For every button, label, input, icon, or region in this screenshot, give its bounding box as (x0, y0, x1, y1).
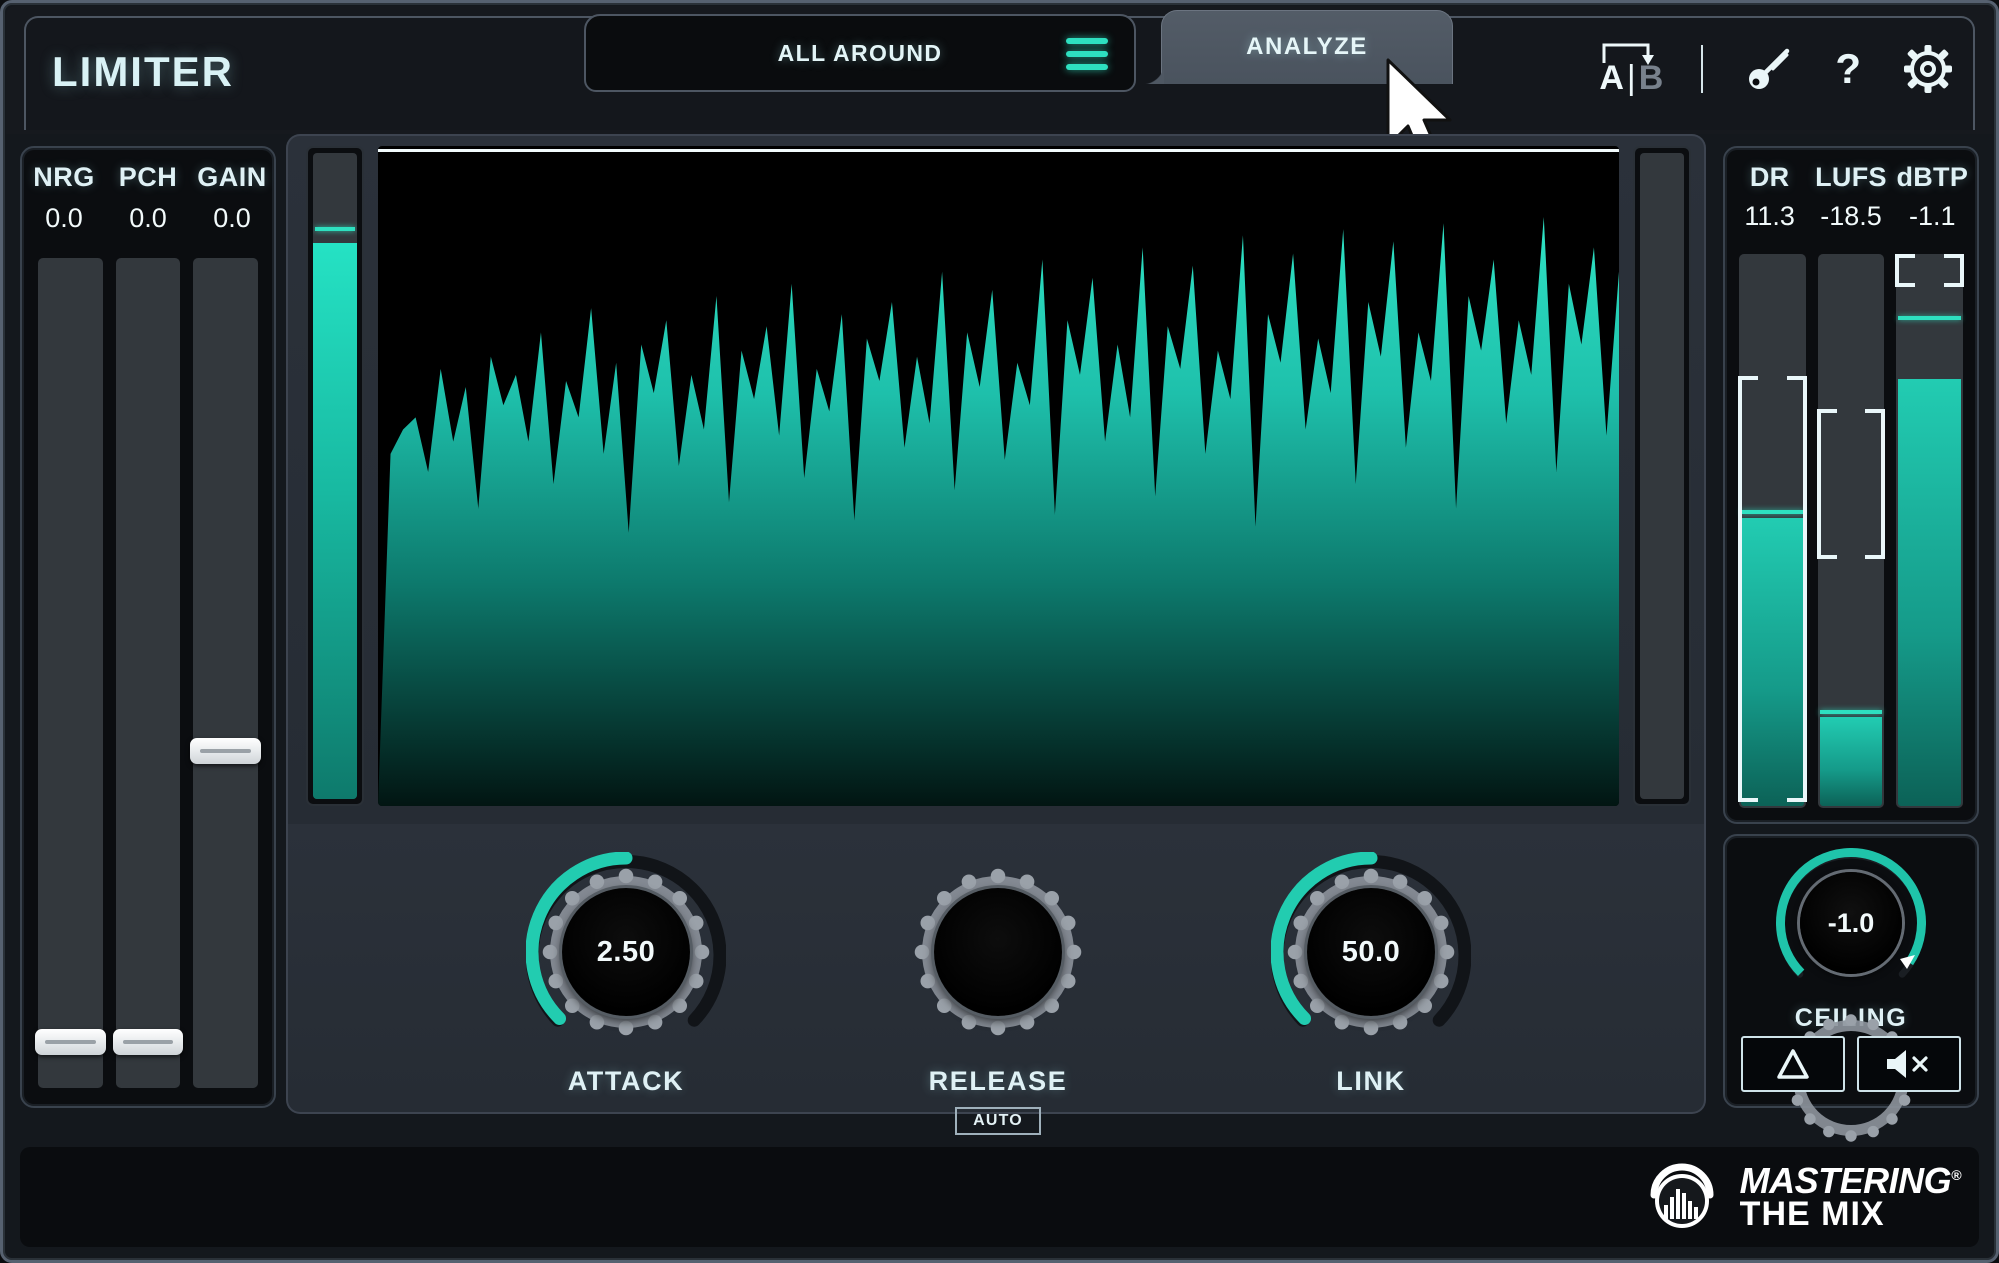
gain-value: 0.0 (213, 203, 251, 233)
ceiling-buttons (1741, 1036, 1961, 1092)
gain-label: GAIN (197, 162, 267, 192)
lufs-meter-fill (1819, 717, 1883, 806)
analysis-headers: DR 11.3 LUFS -18.5 dBTP -1.1 (1729, 162, 1973, 232)
dbtp-meter[interactable] (1895, 254, 1965, 808)
pch-slider[interactable] (112, 258, 184, 1088)
dr-value: 11.3 (1744, 201, 1795, 231)
help-glyph: ? (1835, 45, 1861, 92)
attack-knob-face: 2.50 (562, 888, 690, 1016)
header-icon-group: A | B ? (1599, 40, 1955, 98)
pch-column-header: PCH 0.0 (106, 162, 190, 234)
brand-registered: ® (1951, 1166, 1961, 1183)
release-knob-face (934, 888, 1062, 1016)
dbtp-column-header: dBTP -1.1 (1892, 162, 1973, 232)
link-knob[interactable]: 50.0 (1271, 852, 1471, 1052)
tab-analyze-label: ANALYZE (1246, 33, 1368, 60)
triangle-icon (1777, 1049, 1809, 1079)
dbtp-value: -1.1 (1909, 201, 1956, 231)
settings-gear-icon[interactable] (1901, 42, 1955, 96)
brand-logo: MASTERING® THE MIX (1640, 1155, 1961, 1239)
waveform-chart (378, 217, 1619, 806)
input-shaping-sliders (35, 258, 262, 1088)
lufs-peak-indicator (1819, 709, 1883, 714)
gain-slider[interactable] (190, 258, 262, 1088)
input-peak-indicator (315, 226, 355, 231)
input-level-track (313, 153, 357, 799)
preset-selector[interactable]: ALL AROUND (584, 14, 1136, 92)
key-icon[interactable] (1743, 43, 1795, 95)
header-bar: LIMITER ALL AROUND ANALYZE A | B ? (6, 6, 1993, 134)
tab-analyze[interactable]: ANALYZE (1142, 10, 1453, 84)
lufs-label: LUFS (1815, 162, 1887, 192)
ceiling-pointer-icon (1900, 955, 1915, 969)
speaker-mute-icon (1887, 1050, 1928, 1078)
release-auto-toggle[interactable]: AUTO (955, 1107, 1041, 1135)
pch-label: PCH (118, 162, 178, 192)
nrg-label: NRG (33, 162, 95, 192)
help-icon[interactable]: ? (1835, 48, 1861, 90)
lufs-target-bracket (1816, 409, 1886, 559)
release-control: RELEASE AUTO (878, 852, 1118, 1135)
page-title: LIMITER (52, 48, 234, 95)
dbtp-target-bracket (1895, 254, 1965, 288)
gain-column-header: GAIN 0.0 (190, 162, 274, 234)
plugin-window: LIMITER ALL AROUND ANALYZE A | B ? NRG 0… (0, 0, 1999, 1263)
dbtp-peak-indicator (1898, 316, 1962, 321)
pch-slider-handle[interactable] (112, 1028, 184, 1055)
attack-knob[interactable]: 2.50 (526, 852, 726, 1052)
header-divider (1701, 45, 1704, 93)
dr-peak-indicator (1741, 510, 1804, 515)
release-knob[interactable] (898, 852, 1098, 1052)
attack-value: 2.50 (596, 935, 656, 968)
dr-column-header: DR 11.3 (1729, 162, 1810, 232)
brand-line-2: THE MIX (1739, 1194, 1885, 1233)
mute-button[interactable] (1857, 1036, 1961, 1092)
ceiling-knob[interactable]: -1.0 (1776, 848, 1926, 1142)
lufs-meter[interactable] (1816, 254, 1886, 808)
release-label: RELEASE (928, 1066, 1068, 1096)
input-shaping-panel: NRG 0.0 PCH 0.0 GAIN 0.0 (20, 146, 276, 1108)
output-level-meter[interactable] (1633, 146, 1691, 806)
input-shaping-headers: NRG 0.0 PCH 0.0 GAIN 0.0 (22, 162, 274, 234)
nrg-slider[interactable] (35, 258, 106, 1088)
nrg-value: 0.0 (45, 203, 83, 233)
dr-meter-fill (1741, 517, 1804, 806)
link-knob-face: 50.0 (1307, 888, 1435, 1016)
main-body: NRG 0.0 PCH 0.0 GAIN 0.0 2.50 ATTACK REL… (6, 134, 1993, 1257)
link-label: LINK (1336, 1066, 1406, 1096)
brand-wordmark: MASTERING® THE MIX (1739, 1162, 1962, 1233)
dr-label: DR (1749, 162, 1790, 192)
preset-name: ALL AROUND (777, 40, 943, 66)
gain-slider-handle[interactable] (190, 738, 262, 765)
dr-meter[interactable] (1738, 254, 1807, 808)
ab-divider: | (1626, 59, 1636, 97)
pch-value: 0.0 (129, 203, 167, 233)
mastering-the-mix-logo-icon (1650, 1163, 1714, 1228)
attack-control: 2.50 ATTACK (506, 852, 746, 1097)
delta-button[interactable] (1741, 1036, 1845, 1092)
hamburger-menu-icon[interactable] (1066, 38, 1108, 70)
ceiling-panel: -1.0 CEILING (1723, 834, 1979, 1142)
input-level-meter[interactable] (306, 146, 364, 806)
dbtp-label: dBTP (1896, 162, 1969, 192)
link-control: 50.0 LINK (1251, 852, 1491, 1097)
link-value: 50.0 (1341, 935, 1401, 968)
waveform-display[interactable] (378, 146, 1619, 806)
output-level-track (1640, 153, 1684, 799)
input-level-fill (313, 243, 357, 799)
ab-letter-b: B (1638, 59, 1664, 97)
nrg-column-header: NRG 0.0 (22, 162, 106, 234)
footer-bar: MASTERING® THE MIX (20, 1147, 1979, 1247)
nrg-slider-handle[interactable] (35, 1028, 106, 1055)
lufs-value: -18.5 (1820, 201, 1882, 231)
dbtp-meter-fill (1898, 379, 1962, 806)
ab-letter-a: A (1599, 59, 1624, 97)
lufs-column-header: LUFS -18.5 (1810, 162, 1891, 232)
attack-label: ATTACK (567, 1066, 685, 1096)
analysis-meters (1738, 254, 1965, 808)
analysis-panel: DR 11.3 LUFS -18.5 dBTP -1.1 (1723, 146, 1979, 824)
ab-compare-icon[interactable]: A | B (1599, 40, 1664, 98)
